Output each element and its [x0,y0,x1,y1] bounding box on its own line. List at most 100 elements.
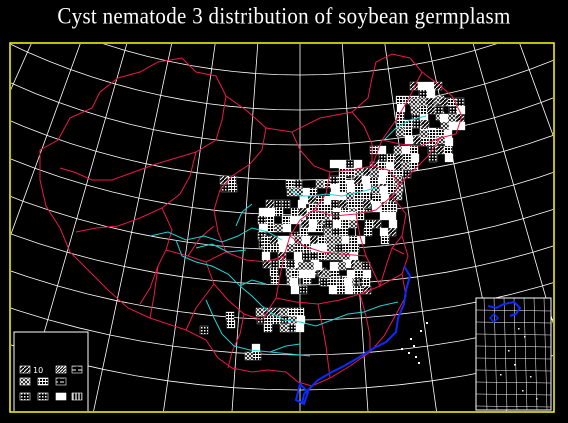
germplasm-cell [380,235,390,245]
germplasm-cell [293,179,303,189]
legend-swatch-hatch-dense [55,365,67,374]
germplasm-cell [299,195,309,205]
germplasm-cell [439,97,449,107]
germplasm-cell [346,269,356,279]
germplasm-cell [354,183,364,193]
germplasm-cell [297,261,307,271]
germplasm-cell [427,129,437,139]
germplasm-cell [263,323,273,333]
germplasm-cell [329,261,339,271]
legend-swatch-grid [37,377,49,386]
germplasm-cell [333,235,343,245]
germplasm-cell [281,199,291,209]
germplasm-cell [412,119,422,129]
germplasm-cell [270,243,280,253]
germplasm-cell [258,207,268,217]
germplasm-cell [265,215,275,225]
germplasm-cell [353,175,363,185]
legend-swatch-hatch [19,365,31,374]
germplasm-cell [353,261,363,271]
germplasm-cell [346,199,356,209]
germplasm-cell [225,311,235,321]
germplasm-cell [379,185,389,195]
germplasm-cell [401,161,411,171]
germplasm-cell [257,215,267,225]
germplasm-cell [298,207,308,217]
germplasm-cell [418,105,428,115]
germplasm-cell [269,267,279,277]
germplasm-cell [315,211,325,221]
germplasm-cell [342,243,352,253]
germplasm-cell [371,201,381,211]
germplasm-cell [377,175,387,185]
south-china-sea-inset [475,297,552,411]
germplasm-cell [348,219,358,229]
germplasm-cell [370,169,380,179]
germplasm-cell [289,215,299,225]
germplasm-cell [328,285,338,295]
germplasm-cell [334,243,344,253]
germplasm-cell [372,193,382,203]
germplasm-cell [309,251,319,261]
germplasm-cell [350,243,360,253]
germplasm-cell [361,261,371,271]
germplasm-cell [317,251,327,261]
legend-swatch-cross [19,377,31,386]
germplasm-cell [331,227,341,237]
germplasm-cell [329,175,339,185]
germplasm-cell [402,153,412,163]
germplasm-cell [409,161,419,171]
germplasm-cell [379,211,389,221]
germplasm-cell [298,285,308,295]
germplasm-cell [294,243,304,253]
germplasm-cell [309,235,319,245]
germplasm-cell [265,199,275,209]
germplasm-cell [300,219,310,229]
germplasm-cell [395,127,405,137]
germplasm-cell [387,211,397,221]
germplasm-cell [290,285,300,295]
germplasm-cell [339,211,349,221]
germplasm-cell [395,95,405,105]
germplasm-cell [410,153,420,163]
germplasm-cell [288,315,298,325]
germplasm-cell [324,219,334,229]
germplasm-cell [244,351,254,361]
germplasm-cell [412,135,422,145]
germplasm-cell [285,179,295,189]
germplasm-cell [308,187,318,197]
germplasm-cell [286,259,296,269]
germplasm-cell [294,187,304,197]
germplasm-cell [425,81,435,91]
germplasm-cell [361,191,371,201]
germplasm-cell [417,97,427,107]
germplasm-cell [434,105,444,115]
germplasm-cell [264,315,274,325]
germplasm-cell [319,277,329,287]
germplasm-cell [338,167,348,177]
germplasm-cell [349,251,359,261]
germplasm-cell [364,219,374,229]
germplasm-cell [417,81,427,91]
germplasm-cell [329,191,339,201]
germplasm-cell [378,153,388,163]
germplasm-cell [279,323,289,333]
germplasm-cell [387,201,397,211]
germplasm-cell [301,235,311,245]
germplasm-cell [347,211,357,221]
germplasm-cell [404,119,414,129]
germplasm-cell [362,199,372,209]
germplasm-cell [362,167,372,177]
germplasm-cell [426,89,436,99]
germplasm-cell [262,243,272,253]
germplasm-cell [353,159,363,169]
germplasm-cell [332,219,342,229]
germplasm-cell [287,323,297,333]
germplasm-cell [293,251,303,261]
germplasm-cell [393,161,403,171]
germplasm-cell [326,243,336,253]
legend: 10 [13,331,89,411]
germplasm-cell [330,269,340,279]
germplasm-cell [420,119,430,129]
coastal-dots [401,322,428,364]
